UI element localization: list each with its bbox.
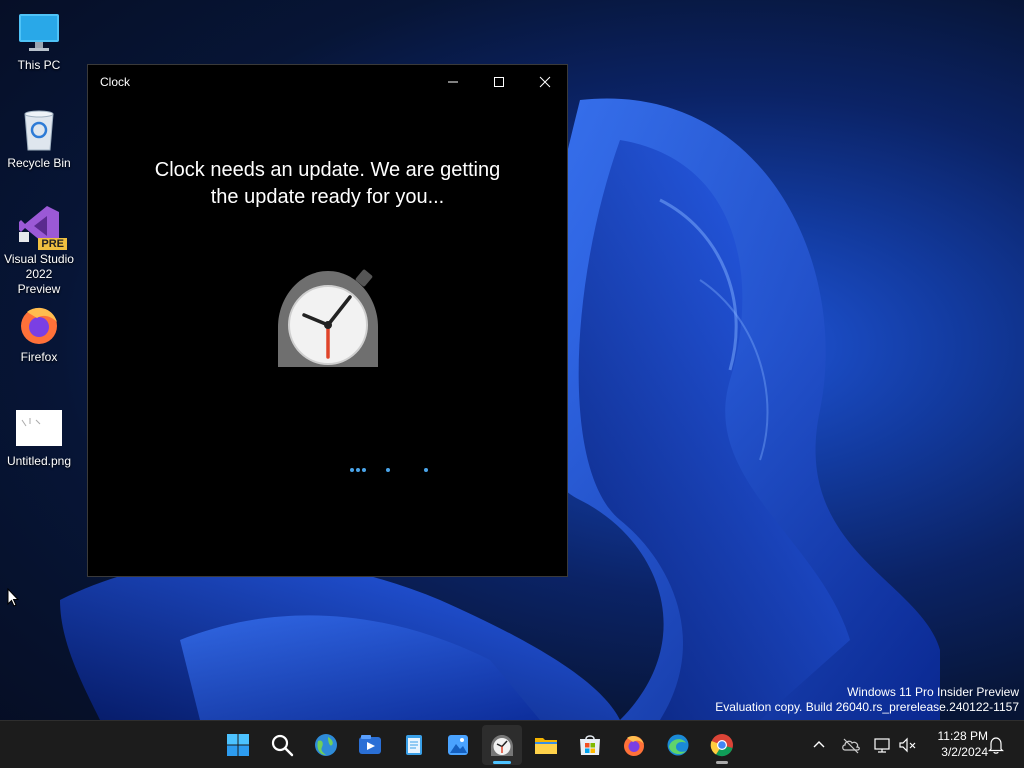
minimize-button[interactable]: [430, 65, 476, 99]
search-icon: [271, 734, 294, 757]
chrome-icon: [710, 734, 733, 757]
onedrive-offline-icon[interactable]: [841, 735, 861, 755]
file-explorer-icon: [535, 738, 557, 754]
taskbar-app-store[interactable]: [570, 725, 610, 765]
desktop-icon-firefox[interactable]: Firefox: [2, 302, 76, 365]
close-button[interactable]: [522, 65, 568, 99]
media-player-icon: [359, 735, 381, 754]
maximize-button[interactable]: [476, 65, 522, 99]
close-icon: [539, 76, 551, 88]
taskbar-app-chrome[interactable]: [702, 725, 742, 765]
preview-badge: PRE: [38, 238, 67, 250]
desktop-icon-untitled-png[interactable]: Untitled.png: [2, 406, 76, 469]
taskbar-app-maps[interactable]: [306, 725, 346, 765]
photos-icon: [448, 735, 468, 755]
maps-icon: [315, 734, 337, 756]
tray-time: 11:28 PM: [937, 729, 988, 743]
system-clock[interactable]: 11:28 PM 3/2/2024: [938, 728, 988, 760]
window-titlebar[interactable]: Clock: [88, 65, 567, 99]
firefox-icon: [17, 302, 61, 346]
desktop-icon-label: Recycle Bin: [7, 156, 71, 170]
start-icon: [227, 734, 249, 756]
network-icon[interactable]: [872, 735, 892, 755]
clock-app-logo-icon: [278, 269, 378, 367]
cursor-icon: [7, 588, 19, 607]
active-app-indicator: [493, 761, 511, 764]
firefox-icon: [624, 736, 644, 756]
tray-date: 3/2/2024: [941, 745, 988, 759]
taskbar-app-photos[interactable]: [438, 725, 478, 765]
window-title: Clock: [100, 75, 131, 89]
edge-icon: [667, 734, 689, 756]
desktop-icon-label: Firefox: [20, 350, 58, 364]
desktop-icon-recycle-bin[interactable]: Recycle Bin: [2, 108, 76, 171]
notepad-icon: [406, 735, 422, 755]
store-icon: [580, 735, 600, 755]
desktop-icon-this-pc[interactable]: This PC: [2, 10, 76, 73]
running-app-indicator: [716, 761, 728, 764]
desktop-icon-visual-studio[interactable]: PRE Visual Studio 2022 Preview: [2, 204, 76, 297]
notification-bell-icon[interactable]: [986, 735, 1006, 755]
desktop-icon-label: This PC: [17, 58, 61, 72]
visual-studio-icon: PRE: [17, 204, 67, 250]
image-file-thumbnail: [16, 410, 62, 446]
monitor-icon: [17, 10, 61, 54]
start-button[interactable]: [218, 725, 258, 765]
clock-window: Clock Clock needs an update. We are gett…: [87, 64, 568, 577]
taskbar-app-notepad[interactable]: [394, 725, 434, 765]
taskbar-app-clock[interactable]: [482, 725, 522, 765]
recycle-bin-icon: [17, 108, 61, 152]
maximize-icon: [494, 77, 504, 87]
clock-icon: [491, 735, 513, 756]
desktop-icon-label: Visual Studio 2022 Preview: [4, 252, 74, 296]
chevron-up-icon[interactable]: [809, 735, 829, 755]
evaluation-watermark: Windows 11 Pro Insider Preview Evaluatio…: [715, 685, 1019, 714]
minimize-icon: [448, 81, 458, 83]
taskbar-app-edge[interactable]: [658, 725, 698, 765]
update-message: Clock needs an update. We are getting th…: [154, 159, 501, 208]
volume-muted-icon[interactable]: [898, 735, 918, 755]
taskbar-app-file-explorer[interactable]: [526, 725, 566, 765]
taskbar: 11:28 PM 3/2/2024: [0, 720, 1024, 768]
taskbar-app-firefox[interactable]: [614, 725, 654, 765]
taskbar-app-media-player[interactable]: [350, 725, 390, 765]
desktop-icon-label: Untitled.png: [6, 454, 72, 468]
loading-spinner: [350, 468, 428, 472]
search-button[interactable]: [262, 725, 302, 765]
